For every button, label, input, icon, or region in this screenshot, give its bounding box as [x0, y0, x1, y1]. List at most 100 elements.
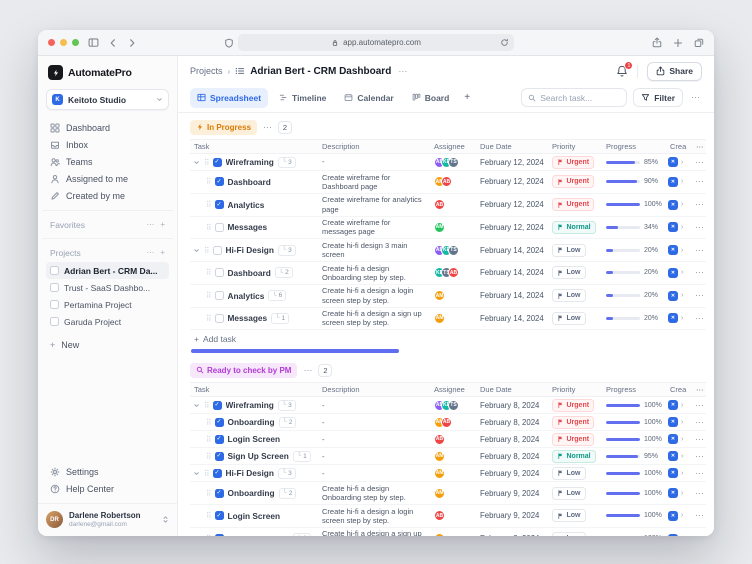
task-checkbox[interactable]: ✓	[213, 469, 222, 478]
table-row[interactable]: ⠿ ✓ Messages Create wireframe for messag…	[190, 217, 706, 240]
chevron-right-icon[interactable]: ›	[681, 436, 683, 443]
settings-button[interactable]: Settings	[46, 463, 169, 480]
project-item-adrian-bert[interactable]: Adrian Bert - CRM Da...	[46, 262, 169, 279]
chevron-right-icon[interactable]: ›	[681, 490, 683, 497]
group-more-icon[interactable]: ⋯	[263, 122, 272, 133]
chevron-right-icon[interactable]: ›	[681, 402, 683, 409]
tab-spreadsheet[interactable]: Spreadsheet	[190, 88, 268, 108]
drag-handle-icon[interactable]: ⠿	[206, 291, 211, 300]
chevron-right-icon[interactable]: ›	[681, 535, 683, 536]
row-menu-icon[interactable]: ⋯	[692, 451, 706, 462]
sidebar-item-inbox[interactable]: Inbox	[46, 136, 169, 153]
help-center-button[interactable]: Help Center	[46, 480, 169, 497]
filter-button[interactable]: Filter	[633, 88, 683, 107]
drag-handle-icon[interactable]: ⠿	[206, 452, 211, 461]
column-header-description[interactable]: Description	[318, 385, 430, 394]
projects-more-icon[interactable]: ⋯	[146, 248, 154, 257]
tab-timeline[interactable]: Timeline	[272, 88, 333, 108]
project-item-pertamina[interactable]: Pertamina Project	[46, 296, 169, 313]
tab-overview-icon[interactable]	[694, 38, 704, 48]
priority-badge[interactable]: Normal	[552, 221, 596, 234]
task-checkbox[interactable]: ✓	[215, 223, 224, 232]
address-bar[interactable]: app.automatepro.com	[238, 34, 514, 51]
chevron-right-icon[interactable]: ›	[681, 470, 683, 477]
chevron-right-icon[interactable]: ›	[681, 512, 683, 519]
row-expand-chevron[interactable]	[193, 402, 200, 409]
sidebar-item-created-by-me[interactable]: Created by me	[46, 187, 169, 204]
chevron-right-icon[interactable]: ›	[681, 419, 683, 426]
priority-badge[interactable]: Low	[552, 312, 586, 325]
priority-badge[interactable]: Normal	[552, 450, 596, 463]
user-profile[interactable]: DR Darlene Robertson darlene@gmail.com	[38, 503, 177, 528]
search-box[interactable]	[521, 88, 627, 107]
project-item-trust[interactable]: Trust - SaaS Dashbo...	[46, 279, 169, 296]
table-row[interactable]: ⠿ ✓ Login Screen - AB February 8, 2024 U…	[190, 431, 706, 448]
new-tab-icon[interactable]	[673, 38, 683, 48]
priority-badge[interactable]: Urgent	[552, 156, 594, 169]
row-menu-icon[interactable]: ⋯	[692, 313, 706, 324]
row-expand-chevron[interactable]	[193, 470, 200, 477]
row-menu-icon[interactable]: ⋯	[692, 245, 706, 256]
chevron-right-icon[interactable]: ›	[681, 315, 683, 322]
drag-handle-icon[interactable]: ⠿	[206, 314, 211, 323]
task-checkbox[interactable]: ✓	[215, 314, 224, 323]
table-row[interactable]: ⠿ ✓ Sign Up Screen └ 1 - AM February 8, …	[190, 448, 706, 465]
share-button[interactable]: Share	[647, 62, 702, 81]
chevron-right-icon[interactable]: ›	[681, 159, 683, 166]
row-menu-icon[interactable]: ⋯	[692, 199, 706, 210]
share-page-icon[interactable]	[652, 37, 662, 48]
priority-badge[interactable]: Low	[552, 487, 586, 500]
priority-badge[interactable]: Low	[552, 289, 586, 302]
add-task-button[interactable]: + Add task	[190, 330, 706, 345]
breadcrumb-root[interactable]: Projects	[190, 66, 223, 76]
task-checkbox[interactable]: ✓	[215, 435, 224, 444]
add-view-button[interactable]: +	[460, 92, 474, 103]
search-input[interactable]	[540, 93, 618, 103]
horizontal-scrollbar[interactable]	[191, 349, 399, 353]
workspace-switcher[interactable]: K Keitoto Studio	[46, 89, 169, 110]
chevron-right-icon[interactable]: ›	[681, 453, 683, 460]
minimize-window-button[interactable]	[60, 39, 67, 46]
sidebar-item-dashboard[interactable]: Dashboard	[46, 119, 169, 136]
group-more-icon[interactable]: ⋯	[303, 365, 312, 376]
project-item-garuda[interactable]: Garuda Project	[46, 313, 169, 330]
priority-badge[interactable]: Low	[552, 266, 586, 279]
drag-handle-icon[interactable]: ⠿	[206, 534, 211, 536]
chevron-right-icon[interactable]: ›	[681, 292, 683, 299]
row-expand-chevron[interactable]	[193, 247, 200, 254]
column-header-assignee[interactable]: Assignee	[430, 385, 476, 394]
row-menu-icon[interactable]: ⋯	[692, 290, 706, 301]
column-header-priority[interactable]: Priority	[548, 385, 602, 394]
close-window-button[interactable]	[48, 39, 55, 46]
priority-badge[interactable]: Urgent	[552, 198, 594, 211]
refresh-icon[interactable]	[500, 38, 509, 47]
task-checkbox[interactable]: ✓	[213, 401, 222, 410]
drag-handle-icon[interactable]: ⠿	[206, 418, 211, 427]
drag-handle-icon[interactable]: ⠿	[206, 511, 211, 520]
priority-badge[interactable]: Low	[552, 532, 586, 536]
task-checkbox[interactable]: ✓	[215, 291, 224, 300]
notifications-button[interactable]: 1	[616, 65, 628, 77]
column-header-created[interactable]: Crea	[666, 142, 692, 151]
task-checkbox[interactable]: ✓	[215, 177, 224, 186]
chevron-right-icon[interactable]: ›	[681, 224, 683, 231]
chevron-right-icon[interactable]: ›	[681, 247, 683, 254]
column-header-created[interactable]: Crea	[666, 385, 692, 394]
drag-handle-icon[interactable]: ⠿	[206, 489, 211, 498]
row-expand-chevron[interactable]	[193, 159, 200, 166]
priority-badge[interactable]: Urgent	[552, 416, 594, 429]
table-row[interactable]: ⠿ ✓ Onboarding └ 2 - AMAB February 8, 20…	[190, 414, 706, 431]
row-menu-icon[interactable]: ⋯	[692, 488, 706, 499]
title-more-icon[interactable]: ⋯	[398, 66, 407, 77]
favorites-more-icon[interactable]: ⋯	[146, 220, 154, 229]
priority-badge[interactable]: Urgent	[552, 175, 594, 188]
priority-badge[interactable]: Low	[552, 467, 586, 480]
task-checkbox[interactable]: ✓	[213, 158, 222, 167]
group-status-badge[interactable]: Ready to check by PM	[190, 363, 297, 378]
projects-add-icon[interactable]: +	[160, 248, 165, 257]
row-menu-icon[interactable]: ⋯	[692, 468, 706, 479]
task-checkbox[interactable]: ✓	[215, 200, 224, 209]
table-row[interactable]: ⠿ ✓ Messages └ 1 Create hi-fi a design a…	[190, 308, 706, 331]
row-menu-icon[interactable]: ⋯	[692, 434, 706, 445]
row-menu-icon[interactable]: ⋯	[692, 267, 706, 278]
